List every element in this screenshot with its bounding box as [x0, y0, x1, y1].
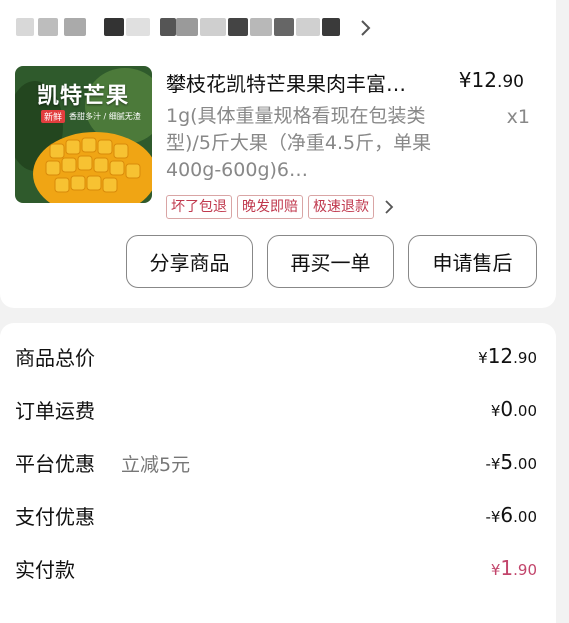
obscured-store-name: [296, 18, 320, 36]
obscured-store-name: [160, 18, 176, 36]
buy-again-button[interactable]: 再买一单: [267, 235, 394, 288]
summary-row-shipping: 订单运费 ¥0.00: [15, 395, 537, 425]
price-integer: 12: [471, 68, 497, 92]
value-currency: -¥: [485, 508, 501, 526]
service-tag: 晚发即赔: [237, 195, 303, 219]
product-spec: 1g(具体重量规格看现在包装类型)/5斤大果（净重4.5斤，单果400g-600…: [166, 105, 432, 181]
product-title[interactable]: 攀枝花凯特芒果果肉丰富…: [166, 68, 436, 97]
value-decimal: .90: [513, 349, 537, 367]
after-sale-button[interactable]: 申请售后: [408, 235, 537, 288]
service-tags[interactable]: 坏了包退 晚发即赔 极速退款: [166, 195, 395, 219]
summary-value: ¥0.00: [491, 397, 537, 421]
share-product-button[interactable]: 分享商品: [126, 235, 253, 288]
price-decimal: .90: [496, 72, 524, 92]
summary-label: 商品总价: [15, 346, 95, 370]
obscured-store-name: [16, 18, 34, 36]
image-subtitle: 香甜多汁 / 细腻无渣: [69, 112, 141, 121]
order-actions: 分享商品 再买一单 申请售后: [126, 235, 537, 288]
obscured-store-name: [64, 18, 86, 36]
obscured-store-name: [126, 18, 150, 36]
value-integer: 6: [500, 503, 514, 527]
summary-row-payment-discount: 支付优惠 -¥6.00: [15, 501, 537, 531]
store-name-row[interactable]: [16, 14, 376, 44]
value-integer: 5: [500, 450, 514, 474]
value-decimal: .00: [513, 508, 537, 526]
product-image[interactable]: 凯特芒果 新鲜 香甜多汁 / 细腻无渣: [15, 66, 152, 203]
obscured-store-name: [104, 18, 124, 36]
value-integer: 0: [500, 397, 514, 421]
summary-value: -¥6.00: [485, 503, 537, 527]
value-decimal: .00: [513, 402, 537, 420]
obscured-store-name: [38, 18, 58, 36]
obscured-store-name: [176, 18, 198, 36]
summary-row-paid: 实付款 ¥1.90: [15, 554, 537, 584]
chevron-right-icon[interactable]: [383, 198, 395, 216]
summary-value: -¥5.00: [485, 450, 537, 474]
price-summary-card: 商品总价 ¥12.90 订单运费 ¥0.00 平台优惠 立减5元 -¥5.00 …: [0, 323, 556, 623]
value-decimal: .90: [513, 561, 537, 579]
obscured-store-name: [228, 18, 248, 36]
summary-label: 支付优惠: [15, 505, 95, 529]
obscured-store-name: [274, 18, 294, 36]
product-quantity: x1: [506, 106, 530, 128]
summary-row-platform-discount: 平台优惠 立减5元 -¥5.00: [15, 448, 537, 478]
summary-label: 订单运费: [15, 399, 95, 423]
value-decimal: .00: [513, 455, 537, 473]
value-integer: 12: [487, 344, 514, 368]
price-currency: ¥: [458, 68, 472, 92]
summary-label: 实付款: [15, 558, 75, 582]
image-title: 凯特芒果: [37, 84, 130, 109]
value-currency: -¥: [485, 455, 501, 473]
service-tag: 坏了包退: [166, 195, 232, 219]
image-tag: 新鲜: [41, 110, 66, 123]
obscured-store-name: [200, 18, 226, 36]
summary-value: ¥12.90: [478, 344, 537, 368]
chevron-right-icon[interactable]: [359, 18, 373, 38]
value-currency: ¥: [478, 349, 488, 367]
service-tag: 极速退款: [308, 195, 374, 219]
value-currency: ¥: [490, 561, 501, 579]
product-price: ¥12.90: [459, 68, 524, 92]
summary-value: ¥1.90: [491, 556, 537, 580]
order-item-card: 凯特芒果 新鲜 香甜多汁 / 细腻无渣 攀枝花凯特芒果果肉丰富… ¥12.90 …: [0, 0, 556, 308]
value-currency: ¥: [490, 402, 501, 420]
obscured-store-name: [322, 18, 340, 36]
summary-row-total: 商品总价 ¥12.90: [15, 342, 537, 372]
obscured-store-name: [250, 18, 272, 36]
value-integer: 1: [500, 556, 514, 580]
discount-note: 立减5元: [121, 454, 191, 476]
summary-label: 平台优惠: [15, 452, 95, 476]
